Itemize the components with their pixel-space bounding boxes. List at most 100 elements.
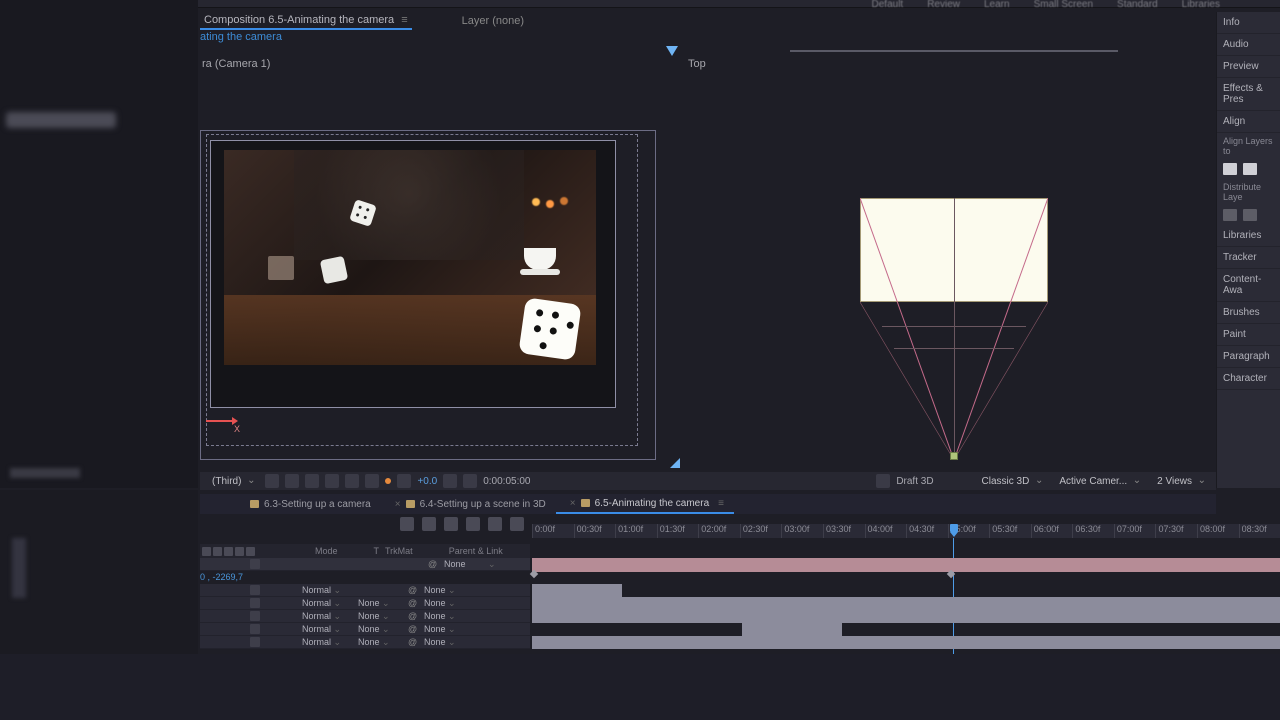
layer-duration-bar[interactable] xyxy=(532,597,1280,610)
parent-dropdown[interactable]: None ⌄ xyxy=(424,637,468,648)
3d-switch-icon[interactable] xyxy=(250,611,260,621)
ruler-tick[interactable]: 06:30f xyxy=(1072,524,1114,538)
close-icon[interactable]: × xyxy=(570,498,576,509)
parent-dropdown[interactable]: None ⌄ xyxy=(424,624,468,635)
trkmat-dropdown[interactable]: None ⌄ xyxy=(358,611,396,622)
layer-duration-bar[interactable] xyxy=(532,636,1280,649)
workspace-item[interactable]: Review xyxy=(927,0,960,10)
3d-switch-icon[interactable] xyxy=(250,598,260,608)
trkmat-dropdown[interactable]: None ⌄ xyxy=(358,637,396,648)
ruler-tick[interactable]: 08:30f xyxy=(1239,524,1280,538)
audio-column-icon[interactable] xyxy=(213,547,222,556)
align-left-icon[interactable] xyxy=(1223,163,1237,175)
parent-dropdown[interactable]: None ⌄ xyxy=(424,585,468,596)
renderer-dropdown[interactable]: Classic 3D xyxy=(976,475,1048,488)
panel-paragraph[interactable]: Paragraph xyxy=(1217,346,1280,368)
motion-blur-icon[interactable] xyxy=(488,517,502,531)
workspace-item[interactable]: Default xyxy=(872,0,904,10)
blend-mode-dropdown[interactable]: Normal ⌄ xyxy=(302,585,346,596)
close-icon[interactable]: × xyxy=(395,499,401,510)
position-property[interactable]: 0 , -2269,7 xyxy=(200,572,256,583)
parent-dropdown[interactable]: None xyxy=(444,559,488,569)
view-layout-dropdown[interactable]: 2 Views xyxy=(1151,475,1210,488)
blend-mode-dropdown[interactable]: Normal ⌄ xyxy=(302,624,346,635)
mode-header[interactable]: Mode xyxy=(315,546,338,556)
pickwhip-icon[interactable]: @ xyxy=(408,611,418,621)
grid-button-icon[interactable] xyxy=(265,474,279,488)
panel-audio[interactable]: Audio xyxy=(1217,34,1280,56)
ruler-tick[interactable]: 03:00f xyxy=(781,524,823,538)
pickwhip-icon[interactable]: @ xyxy=(408,624,418,634)
tab-menu-icon[interactable]: ≡ xyxy=(718,498,724,509)
panel-paint[interactable]: Paint xyxy=(1217,324,1280,346)
roi-button-icon[interactable] xyxy=(365,474,379,488)
layer-duration-bar[interactable] xyxy=(532,584,622,597)
show-snapshot-button-icon[interactable] xyxy=(463,474,477,488)
layer-tab[interactable]: Layer (none) xyxy=(462,15,524,27)
x-axis-gizmo-icon[interactable] xyxy=(206,420,232,422)
ruler-tick[interactable]: 01:30f xyxy=(657,524,699,538)
timeline-tab[interactable]: ×6.4-Setting up a scene in 3D xyxy=(381,496,556,513)
panel-brushes[interactable]: Brushes xyxy=(1217,302,1280,324)
ruler-tick[interactable]: 02:30f xyxy=(740,524,782,538)
ruler-tick[interactable]: 03:30f xyxy=(823,524,865,538)
timeline-tab-active[interactable]: ×6.5-Animating the camera≡ xyxy=(556,495,734,514)
label-column-icon[interactable] xyxy=(246,547,255,556)
workspace-item[interactable]: Small Screen xyxy=(1034,0,1093,10)
snapshot-button-icon[interactable] xyxy=(443,474,457,488)
camera-top-view[interactable] xyxy=(860,198,1048,460)
blend-mode-dropdown[interactable]: Normal ⌄ xyxy=(302,611,346,622)
align-center-icon[interactable] xyxy=(1243,163,1257,175)
camera-view-dropdown[interactable]: Active Camer... xyxy=(1053,475,1145,488)
3d-switch-icon[interactable] xyxy=(250,559,260,569)
footage-preview[interactable] xyxy=(224,150,596,365)
mask-button-icon[interactable] xyxy=(305,474,319,488)
zoom-dropdown[interactable]: (Third) xyxy=(206,475,259,488)
time-ruler[interactable]: 0:00f00:30f01:00f01:30f02:00f02:30f03:00… xyxy=(532,524,1280,538)
panel-tracker[interactable]: Tracker xyxy=(1217,247,1280,269)
layer-duration-bar[interactable] xyxy=(742,623,842,636)
ruler-tick[interactable]: 04:30f xyxy=(906,524,948,538)
layer-row[interactable]: Normal ⌄None ⌄@None ⌄ xyxy=(200,636,530,649)
flowchart-breadcrumb[interactable]: ating the camera xyxy=(200,31,282,43)
panel-info[interactable]: Info xyxy=(1217,12,1280,34)
3d-switch-icon[interactable] xyxy=(250,637,260,647)
3d-view-button-icon[interactable] xyxy=(397,474,411,488)
graph-editor-icon[interactable] xyxy=(510,517,524,531)
panel-character[interactable]: Character xyxy=(1217,368,1280,390)
blend-mode-dropdown[interactable]: Normal ⌄ xyxy=(302,598,346,609)
ruler-tick[interactable]: 07:00f xyxy=(1114,524,1156,538)
trkmat-dropdown[interactable]: None ⌄ xyxy=(358,598,396,609)
panel-libraries[interactable]: Libraries xyxy=(1217,225,1280,247)
exposure-value[interactable]: +0.0 xyxy=(417,476,437,487)
panel-align[interactable]: Align xyxy=(1217,111,1280,133)
workspace-item[interactable]: Learn xyxy=(984,0,1010,10)
3d-switch-icon[interactable] xyxy=(250,624,260,634)
blend-mode-dropdown[interactable]: Normal ⌄ xyxy=(302,637,346,648)
workspace-item[interactable]: Standard xyxy=(1117,0,1158,10)
frame-blend-icon[interactable] xyxy=(466,517,480,531)
trkmat-dropdown[interactable]: None ⌄ xyxy=(358,624,396,635)
workspace-item[interactable]: Libraries xyxy=(1182,0,1220,10)
pickwhip-icon[interactable]: @ xyxy=(408,585,418,595)
channel-button-icon[interactable] xyxy=(325,474,339,488)
ruler-tick[interactable]: 08:00f xyxy=(1197,524,1239,538)
ruler-tick[interactable]: 00:30f xyxy=(574,524,616,538)
camera-track-bar[interactable] xyxy=(532,558,1280,572)
resolution-button-icon[interactable] xyxy=(345,474,359,488)
composition-mini-flowchart-icon[interactable] xyxy=(422,517,436,531)
ruler-tick[interactable]: 02:00f xyxy=(698,524,740,538)
search-icon[interactable] xyxy=(400,517,414,531)
3d-switch-icon[interactable] xyxy=(250,585,260,595)
shy-toggle-icon[interactable] xyxy=(444,517,458,531)
lock-column-icon[interactable] xyxy=(235,547,244,556)
solo-column-icon[interactable] xyxy=(224,547,233,556)
ruler-tick[interactable]: 05:30f xyxy=(989,524,1031,538)
current-time[interactable]: 0:00:05:00 xyxy=(483,476,530,487)
timeline-tab[interactable]: 6.3-Setting up a camera xyxy=(240,496,381,513)
panel-effects[interactable]: Effects & Pres xyxy=(1217,78,1280,111)
parent-dropdown[interactable]: None ⌄ xyxy=(424,598,468,609)
panel-preview[interactable]: Preview xyxy=(1217,56,1280,78)
layer-row[interactable]: Normal ⌄ None ⌄ @ None ⌄ xyxy=(200,623,530,636)
video-column-icon[interactable] xyxy=(202,547,211,556)
